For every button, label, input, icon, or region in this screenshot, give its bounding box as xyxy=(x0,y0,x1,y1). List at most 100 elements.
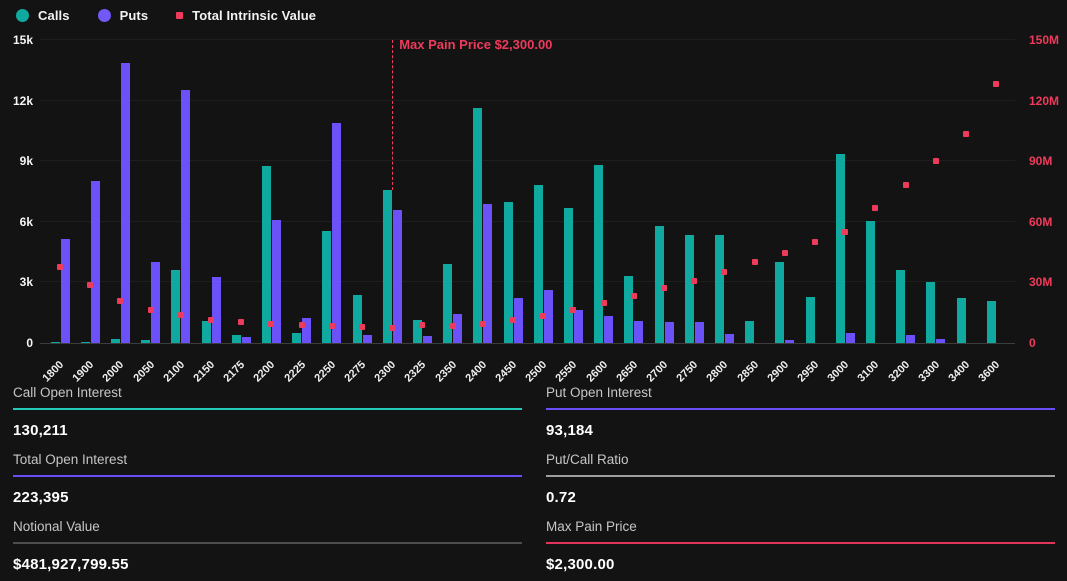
intrinsic-value-point[interactable] xyxy=(993,81,1000,88)
stat-underline xyxy=(13,408,522,410)
intrinsic-value-point[interactable] xyxy=(87,282,94,289)
put-bar[interactable] xyxy=(845,332,855,343)
intrinsic-value-point[interactable] xyxy=(479,320,486,327)
call-bar[interactable] xyxy=(141,339,151,343)
intrinsic-value-point[interactable] xyxy=(419,322,426,329)
x-axis-tick: 2325 xyxy=(402,358,429,385)
put-bar[interactable] xyxy=(90,181,100,343)
intrinsic-value-point[interactable] xyxy=(177,312,184,319)
intrinsic-value-point[interactable] xyxy=(208,317,214,324)
call-bar[interactable] xyxy=(986,300,996,343)
call-bar[interactable] xyxy=(201,320,211,343)
intrinsic-value-point[interactable] xyxy=(359,324,365,331)
call-bar[interactable] xyxy=(292,332,302,343)
call-bar[interactable] xyxy=(231,335,241,343)
put-bar[interactable] xyxy=(241,336,251,343)
call-bar[interactable] xyxy=(926,281,936,343)
stat-value: $481,927,799.55 xyxy=(13,556,129,573)
intrinsic-value-point[interactable] xyxy=(721,269,728,276)
call-bar[interactable] xyxy=(443,264,453,343)
intrinsic-value-point[interactable] xyxy=(449,322,456,329)
x-axis-tick: 2950 xyxy=(795,358,822,385)
put-bar[interactable] xyxy=(936,338,946,343)
call-bar[interactable] xyxy=(714,234,724,343)
put-bar[interactable] xyxy=(181,89,191,343)
x-axis-tick: 2400 xyxy=(463,358,490,385)
put-bar[interactable] xyxy=(151,262,161,343)
put-bar[interactable] xyxy=(573,310,583,343)
intrinsic-value-point[interactable] xyxy=(238,319,245,325)
put-bar[interactable] xyxy=(422,335,432,343)
x-axis-tick: 2150 xyxy=(191,358,218,385)
call-bar[interactable] xyxy=(865,220,875,343)
intrinsic-value-point[interactable] xyxy=(600,300,607,307)
put-bar[interactable] xyxy=(634,320,644,343)
call-bar[interactable] xyxy=(110,338,120,343)
call-bar[interactable] xyxy=(775,262,785,343)
x-axis-tick: 3600 xyxy=(976,358,1003,385)
put-bar[interactable] xyxy=(664,322,674,343)
left-axis-tick: 9k xyxy=(19,154,33,169)
stat-put-open-interest: Put Open Interest 93,184 xyxy=(546,385,1055,439)
legend-item-puts[interactable]: Puts xyxy=(97,8,149,23)
intrinsic-value-point[interactable] xyxy=(328,323,335,330)
call-bar[interactable] xyxy=(684,234,694,343)
legend-item-calls[interactable]: Calls xyxy=(16,8,70,23)
intrinsic-value-point[interactable] xyxy=(781,249,788,256)
put-bar[interactable] xyxy=(785,339,795,343)
put-bar[interactable] xyxy=(211,277,221,343)
stat-label: Max Pain Price xyxy=(546,519,637,534)
call-bar[interactable] xyxy=(171,270,181,343)
call-bar[interactable] xyxy=(624,275,634,343)
put-bar[interactable] xyxy=(332,122,342,343)
stats-column-left: Call Open Interest 130,211 Total Open In… xyxy=(13,385,522,581)
plot-area[interactable]: Max Pain Price $2,300.00 1800 1900 2000 205… xyxy=(40,37,1015,385)
intrinsic-value-point[interactable] xyxy=(510,316,516,323)
legend-item-total-intrinsic-value[interactable]: Total Intrinsic Value xyxy=(176,8,316,23)
intrinsic-value-point[interactable] xyxy=(842,228,849,235)
intrinsic-value-point[interactable] xyxy=(389,324,396,331)
intrinsic-value-point[interactable] xyxy=(872,205,879,212)
intrinsic-value-point[interactable] xyxy=(902,182,909,189)
intrinsic-value-point[interactable] xyxy=(298,322,305,329)
call-bar[interactable] xyxy=(745,320,755,343)
put-bar[interactable] xyxy=(392,210,402,343)
intrinsic-value-point[interactable] xyxy=(751,258,758,265)
right-axis-tick: 0 xyxy=(1029,336,1036,350)
intrinsic-value-point[interactable] xyxy=(57,264,63,271)
intrinsic-value-point[interactable] xyxy=(147,307,154,314)
call-bar[interactable] xyxy=(473,107,483,343)
call-bar[interactable] xyxy=(80,341,90,343)
x-axis-tick: 2750 xyxy=(674,358,701,385)
intrinsic-value-point[interactable] xyxy=(691,277,698,284)
call-bar[interactable] xyxy=(261,166,271,343)
intrinsic-value-point[interactable] xyxy=(540,312,547,319)
stat-notional-value: Notional Value $481,927,799.55 xyxy=(13,519,522,573)
intrinsic-value-point[interactable] xyxy=(630,292,637,299)
put-bar[interactable] xyxy=(694,322,704,343)
intrinsic-value-point[interactable] xyxy=(812,238,818,245)
call-bar[interactable] xyxy=(50,342,60,343)
intrinsic-value-point[interactable] xyxy=(570,307,577,314)
call-bar[interactable] xyxy=(594,165,604,343)
intrinsic-value-point[interactable] xyxy=(963,131,969,138)
intrinsic-value-point[interactable] xyxy=(268,321,275,328)
put-bar[interactable] xyxy=(604,315,614,343)
put-bar[interactable] xyxy=(724,333,734,343)
max-pain-line xyxy=(392,40,394,190)
intrinsic-value-point[interactable] xyxy=(661,285,667,292)
right-axis-tick: 90M xyxy=(1029,154,1053,169)
call-bar[interactable] xyxy=(835,154,845,343)
call-bar[interactable] xyxy=(956,297,966,343)
call-bar[interactable] xyxy=(352,295,362,343)
call-bar[interactable] xyxy=(563,207,573,343)
put-bar[interactable] xyxy=(60,238,70,343)
put-bar[interactable] xyxy=(362,335,372,343)
call-bar[interactable] xyxy=(382,190,392,343)
intrinsic-value-point[interactable] xyxy=(117,297,124,304)
call-bar[interactable] xyxy=(896,270,906,343)
intrinsic-value-point[interactable] xyxy=(932,157,939,164)
call-bar[interactable] xyxy=(805,297,815,343)
put-bar[interactable] xyxy=(906,334,916,343)
call-bar[interactable] xyxy=(533,185,543,343)
